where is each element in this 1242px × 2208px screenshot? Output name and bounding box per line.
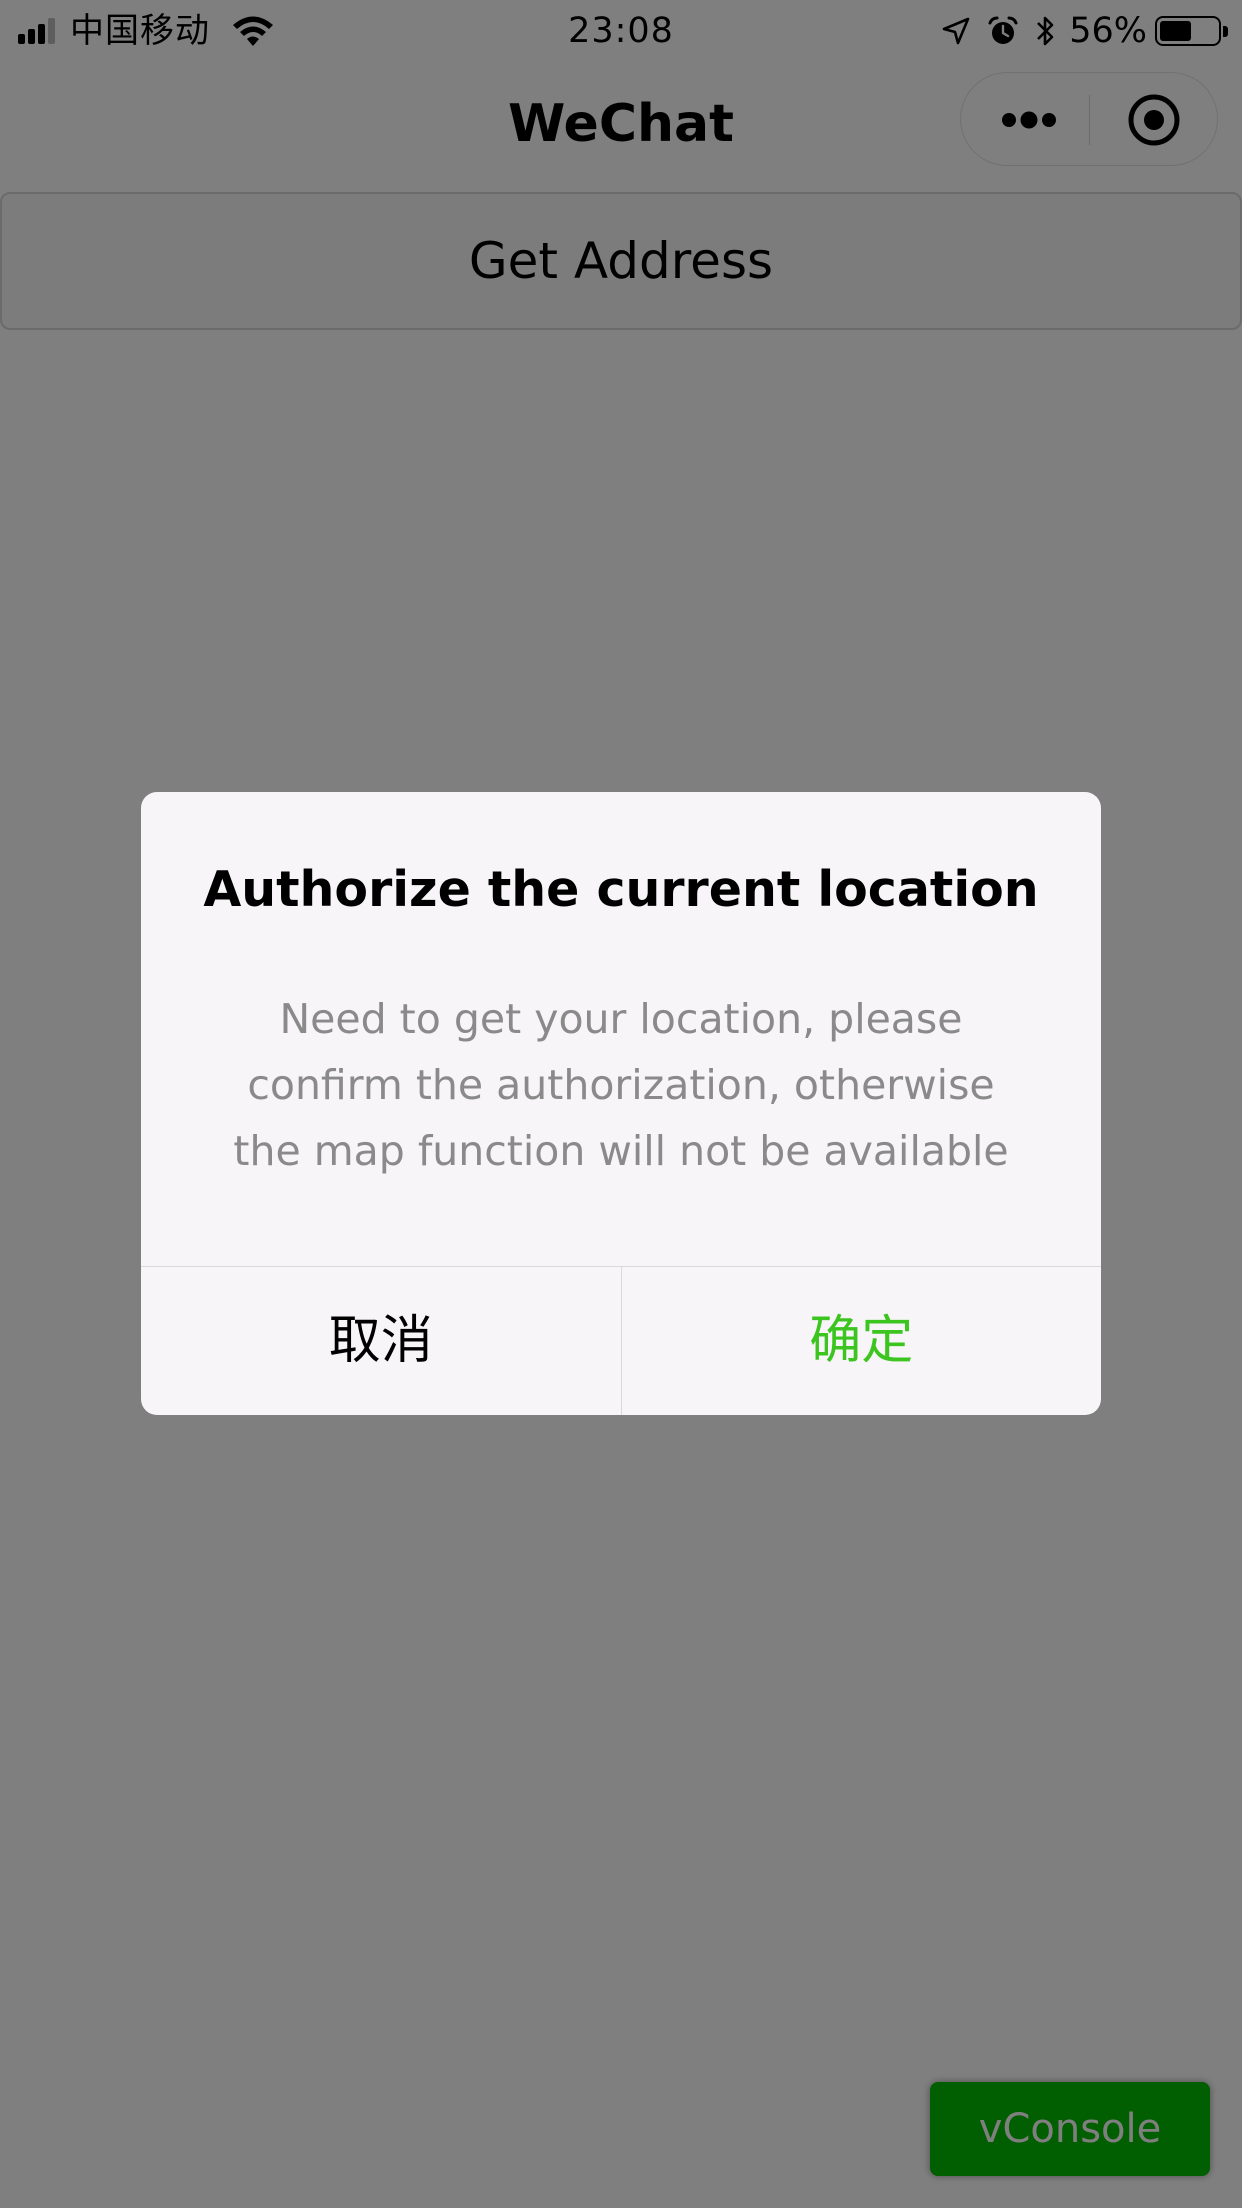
authorize-location-dialog: Authorize the current location Need to g… bbox=[141, 792, 1101, 1415]
confirm-button[interactable]: 确定 bbox=[622, 1267, 1102, 1415]
dialog-content-line: Need to get your location, please bbox=[279, 995, 963, 1043]
dialog-content-line: confirm the authorization, otherwise bbox=[247, 1061, 995, 1109]
dialog-footer: 取消 确定 bbox=[141, 1266, 1101, 1415]
cancel-button[interactable]: 取消 bbox=[141, 1267, 622, 1415]
dialog-content: Need to get your location, please confir… bbox=[201, 986, 1041, 1184]
dialog-title: Authorize the current location bbox=[203, 861, 1039, 918]
dialog-content-line: the map function will not be available bbox=[233, 1127, 1009, 1175]
